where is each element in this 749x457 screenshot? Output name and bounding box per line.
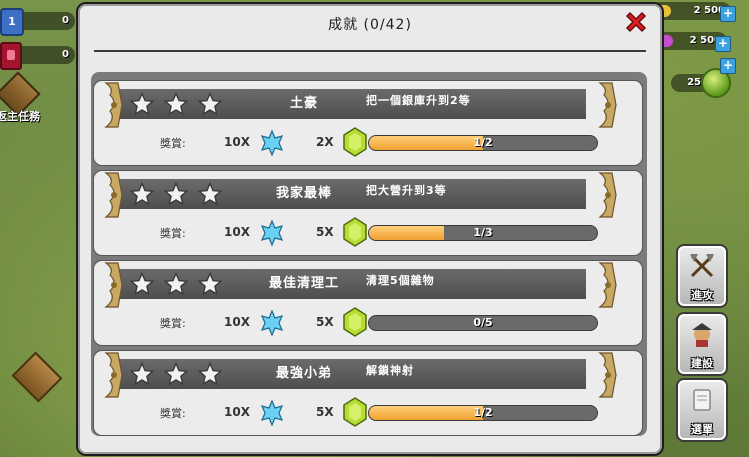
gem-icon [343, 397, 367, 427]
add-elixir-button[interactable]: + [715, 36, 731, 52]
builder-icon [692, 323, 712, 347]
star-icon [163, 271, 189, 296]
achievement-description: 把大營升到3等 [366, 184, 447, 197]
progress-text: 1/2 [473, 406, 493, 419]
achievement-description: 清理5個雜物 [366, 274, 435, 287]
star-icon [197, 361, 223, 386]
scroll-ornament-right-icon [598, 171, 618, 219]
menu-button[interactable]: 選單 [676, 378, 728, 442]
progress-text: 0/5 [473, 316, 493, 329]
star-icon [129, 91, 155, 116]
gem-reward-count: 5X [316, 315, 334, 329]
menu-label: 選單 [691, 423, 713, 436]
achievement-name: 最強小弟 [275, 366, 332, 381]
gem-icon [343, 307, 367, 337]
progress-bar: 1/2 [368, 405, 598, 421]
xp-reward-count: 10X [224, 225, 250, 239]
progress-text: 1/2 [473, 136, 493, 149]
achievement-description: 解鎖神射 [366, 364, 414, 377]
scroll-ornament-left-icon [104, 351, 124, 399]
achievement-name: 最佳清理工 [268, 276, 339, 291]
achievements-dialog: 成就 (0/42) 土豪 把一個銀庫升到2等獎賞: 10X 2X 1/2 我家最棒 把大營升… [76, 2, 664, 456]
progress-bar: 1/2 [368, 135, 598, 151]
achievement-card: 最佳清理工 清理5個雜物獎賞: 10X 5X 0/5 [93, 260, 643, 346]
achievement-card: 最強小弟 解鎖神射獎賞: 10X 5X 1/2 [93, 350, 643, 436]
gem-value: 25 [687, 77, 701, 88]
xp-star-icon [260, 399, 284, 427]
achievement-card: 我家最棒 把大營升到3等獎賞: 10X 5X 1/3 [93, 170, 643, 256]
crossed-axes-icon [690, 254, 714, 278]
achievement-card: 土豪 把一個銀庫升到2等獎賞: 10X 2X 1/2 [93, 80, 643, 166]
reward-label: 獎賞: [160, 407, 186, 420]
add-gold-button[interactable]: + [720, 6, 736, 22]
achievement-list[interactable]: 土豪 把一個銀庫升到2等 獎賞: 10X 2X 1/2 我家最棒 把大營升到3等 獎賞: 10X 5… [91, 72, 647, 436]
reward-label: 獎賞: [160, 227, 186, 240]
quest-label[interactable]: 返主任務 [0, 108, 40, 124]
gem-reward-count: 5X [316, 405, 334, 419]
xp-reward-count: 10X [224, 315, 250, 329]
dialog-title: 成就 (0/42) [328, 17, 412, 33]
scroll-ornament-right-icon [598, 351, 618, 399]
scroll-ornament-left-icon [104, 171, 124, 219]
add-gem-button[interactable]: + [720, 58, 736, 74]
scroll-ornament-right-icon [598, 81, 618, 129]
xp-star-icon [260, 219, 284, 247]
star-icon [197, 181, 223, 206]
shield-icon [0, 42, 22, 70]
star-icon [197, 91, 223, 116]
xp-star-icon [260, 309, 284, 337]
gem-icon [343, 127, 367, 157]
gem-reward-count: 5X [316, 225, 334, 239]
star-icon [163, 181, 189, 206]
gem-icon [343, 217, 367, 247]
star-icon [129, 271, 155, 296]
star-icon [129, 361, 155, 386]
achievement-description: 把一個銀庫升到2等 [366, 94, 471, 107]
title-divider [94, 50, 646, 52]
build-button[interactable]: 建設 [676, 312, 728, 376]
star-icon [197, 271, 223, 296]
scroll-icon [693, 389, 711, 411]
scroll-ornament-right-icon [598, 261, 618, 309]
progress-bar: 0/5 [368, 315, 598, 331]
gem-reward-count: 2X [316, 135, 334, 149]
progress-text: 1/3 [473, 226, 493, 239]
reward-label: 獎賞: [160, 137, 186, 150]
xp-reward-count: 10X [224, 405, 250, 419]
star-icon [129, 181, 155, 206]
progress-bar: 1/3 [368, 225, 598, 241]
star-icon [163, 91, 189, 116]
attack-label: 進攻 [691, 289, 713, 302]
scroll-ornament-left-icon [104, 261, 124, 309]
star-icon [163, 361, 189, 386]
close-icon[interactable] [622, 8, 650, 36]
experience-value: 0 [62, 15, 69, 26]
shield-value: 0 [62, 49, 69, 60]
achievement-name: 我家最棒 [275, 186, 332, 201]
xp-reward-count: 10X [224, 135, 250, 149]
build-label: 建設 [691, 357, 713, 370]
achievement-name: 土豪 [289, 96, 318, 111]
reward-label: 獎賞: [160, 317, 186, 330]
xp-star-icon [260, 129, 284, 157]
attack-button[interactable]: 進攻 [676, 244, 728, 308]
level-badge: 1 [0, 8, 24, 36]
scroll-ornament-left-icon [104, 81, 124, 129]
